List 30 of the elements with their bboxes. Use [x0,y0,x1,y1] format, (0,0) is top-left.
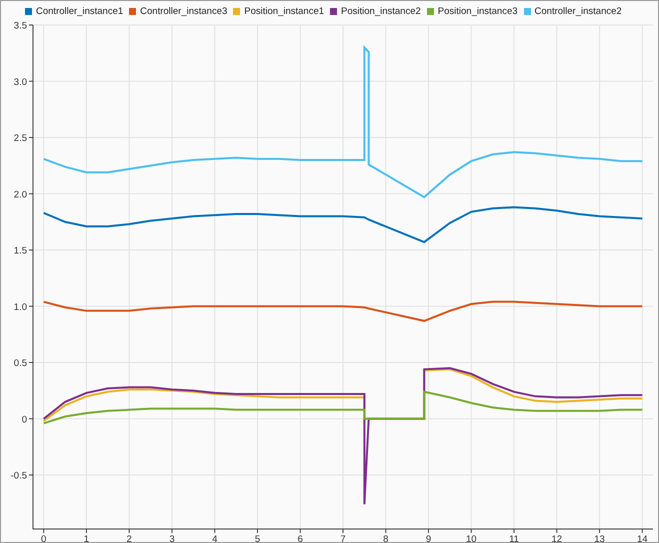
x-tick-label: 10 [466,534,477,542]
x-tick-label: 8 [383,534,388,542]
y-tick-label: 3.5 [14,21,27,32]
x-tick-label: 4 [212,534,218,542]
y-tick-label: 0.5 [14,358,27,369]
x-tick-label: 0 [41,534,46,542]
y-tick-label: 2.0 [14,189,27,200]
x-tick-label: 13 [594,534,605,542]
legend-label: Controller_instance1 [36,6,124,16]
x-tick-label: 3 [169,534,175,542]
legend-label: Position_instance3 [438,6,518,16]
x-tick-label: 6 [298,534,303,542]
legend-label: Controller_instance3 [140,6,228,16]
x-tick-label: 7 [340,534,346,542]
x-tick-label: 1 [84,534,90,542]
x-tick-label: 12 [552,534,562,542]
y-tick-label: 1.0 [14,302,27,313]
x-tick-label: 5 [254,534,260,542]
y-tick-label: -0.5 [10,470,27,482]
y-tick-label: 1.5 [14,246,27,256]
y-tick-label: 2.5 [14,133,27,144]
x-tick-label: 9 [426,534,432,542]
x-tick-label: 11 [509,534,519,542]
x-tick-label: 14 [637,534,648,542]
y-tick-label: 3.0 [14,76,27,88]
legend-label: Position_instance1 [244,6,324,16]
legend-label: Position_instance2 [341,6,421,16]
legend-label: Controller_instance2 [534,6,622,16]
x-tick-label: 2 [126,534,132,542]
y-tick-label: 0 [22,414,27,426]
